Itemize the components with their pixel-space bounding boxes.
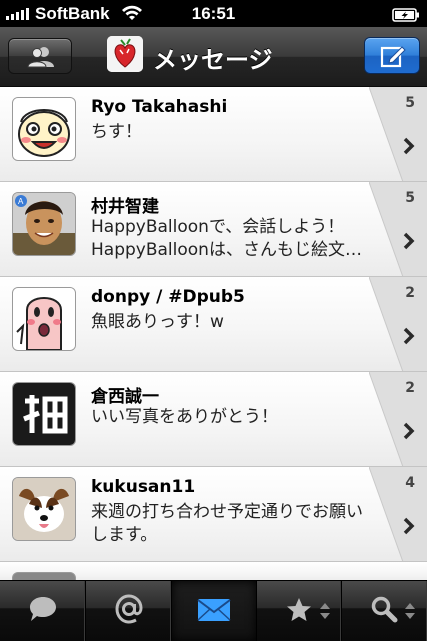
pink-character-avatar[interactable]	[12, 287, 76, 351]
chevron-right-icon	[403, 232, 415, 250]
message-count-badge: 4	[405, 475, 415, 491]
chevron-right-icon	[403, 517, 415, 535]
message-row[interactable]: Ryo Takahashi ちす！ 5	[0, 87, 427, 182]
message-row[interactable]: 倉西誠一 いい写真をありがとう！ 2	[0, 372, 427, 467]
message-preview: いい写真をありがとう！	[91, 407, 278, 427]
sender-name: Ryo Takahashi	[91, 97, 228, 117]
message-row[interactable]: A 村井智建 HappyBalloonで、会話しよう！ HappyBalloon…	[0, 182, 427, 277]
speech-bubble-icon	[30, 597, 56, 621]
tab-bar	[0, 580, 427, 641]
svg-text:A: A	[18, 197, 24, 206]
contacts-button[interactable]	[8, 38, 72, 74]
page-curl-corner	[369, 467, 427, 561]
compose-button[interactable]	[364, 37, 420, 74]
chevron-right-icon	[403, 137, 415, 155]
message-count-badge: 5	[405, 95, 415, 111]
tab-mentions[interactable]	[86, 581, 172, 641]
message-preview: HappyBalloonで、会話しよう！ HappyBalloonは、さんもじ絵…	[91, 217, 362, 260]
sender-name: kukusan11	[91, 477, 196, 497]
compose-icon	[380, 46, 406, 68]
app-logo	[107, 36, 143, 72]
chevron-right-icon	[403, 327, 415, 345]
message-row[interactable]	[0, 562, 427, 582]
contacts-icon	[27, 47, 54, 68]
sender-name: 村井智建	[91, 197, 159, 217]
message-preview: 魚眼ありっす！w	[91, 312, 224, 332]
sender-name: 倉西誠一	[91, 387, 159, 407]
status-bar: SoftBank 16:51	[0, 0, 427, 27]
tab-favorites[interactable]	[257, 581, 342, 641]
envelope-icon	[197, 599, 231, 621]
message-list[interactable]: Ryo Takahashi ちす！ 5 A 村井智建 HappyBalloonで…	[0, 87, 427, 582]
message-row[interactable]: kukusan11 来週の打ち合わせ予定通りでお願い します。 4	[0, 467, 427, 562]
battery-charging-icon	[392, 7, 420, 27]
message-row[interactable]: donpy / #Dpub5 魚眼ありっす！w 2	[0, 277, 427, 372]
message-count-badge: 5	[405, 190, 415, 206]
navigation-bar: メッセージ	[0, 27, 427, 87]
sort-arrows-icon	[320, 603, 330, 619]
kanji-logo-avatar[interactable]	[12, 382, 76, 446]
status-time: 16:51	[191, 4, 236, 23]
dog-photo-avatar[interactable]	[12, 477, 76, 541]
tab-messages[interactable]	[172, 581, 257, 641]
cartoon-face-avatar[interactable]	[12, 97, 76, 161]
tab-search[interactable]	[342, 581, 427, 641]
man-photo-avatar[interactable]: A	[12, 192, 76, 256]
message-preview: ちす！	[91, 122, 142, 142]
page-curl-corner	[369, 372, 427, 466]
chevron-right-icon	[403, 422, 415, 440]
star-icon	[287, 598, 311, 621]
page-curl-corner	[369, 277, 427, 371]
at-sign-icon	[115, 594, 143, 624]
search-icon	[371, 596, 398, 623]
tab-timeline[interactable]	[0, 581, 86, 641]
message-preview: 来週の打ち合わせ予定通りでお願い します。	[91, 502, 363, 545]
page-curl-corner	[369, 87, 427, 181]
message-count-badge: 2	[405, 380, 415, 396]
message-count-badge: 2	[405, 285, 415, 301]
sender-name: donpy / #Dpub5	[91, 287, 245, 307]
page-curl-corner	[369, 182, 427, 276]
sort-arrows-icon	[405, 603, 415, 619]
page-title: メッセージ	[153, 46, 273, 74]
